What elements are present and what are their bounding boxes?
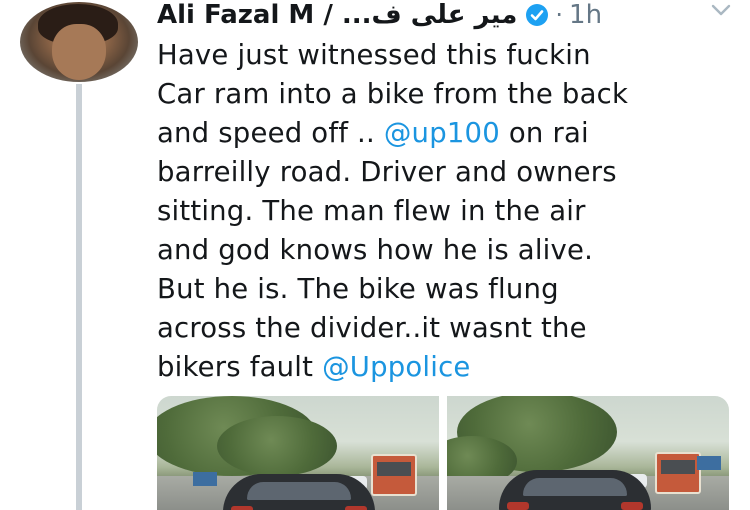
- car-shape: [223, 474, 375, 510]
- road-sign: [193, 472, 217, 486]
- thread-connector-line: [76, 84, 82, 510]
- bus-shape: [655, 452, 701, 494]
- tweet-text-part-2: on rai barreilly road. Driver and owners…: [157, 117, 617, 383]
- tweet-body: Have just witnessed this fuckin Car ram …: [157, 36, 737, 387]
- road-sign: [697, 456, 721, 470]
- media-photo-1[interactable]: [157, 396, 439, 510]
- author-avatar[interactable]: [20, 2, 138, 82]
- media-photo-2[interactable]: [447, 396, 729, 510]
- tweet-timestamp[interactable]: 1h: [569, 0, 602, 30]
- car-shape: [499, 470, 651, 510]
- avatar-face: [52, 24, 106, 80]
- tweet-header: Ali Fazal M / ...میر علی ف · 1h: [157, 0, 747, 30]
- mention-uppolice-link[interactable]: @Uppolice: [322, 351, 471, 383]
- tweet-media-grid: [157, 396, 729, 510]
- mention-up100-link[interactable]: @up100: [384, 117, 500, 149]
- author-display-name[interactable]: Ali Fazal M / ...میر علی ف: [157, 0, 517, 30]
- chevron-down-icon[interactable]: [710, 2, 732, 18]
- bus-shape: [371, 454, 417, 496]
- tree-shape: [217, 416, 337, 476]
- header-separator: ·: [555, 1, 564, 29]
- verified-badge-icon: [525, 3, 549, 27]
